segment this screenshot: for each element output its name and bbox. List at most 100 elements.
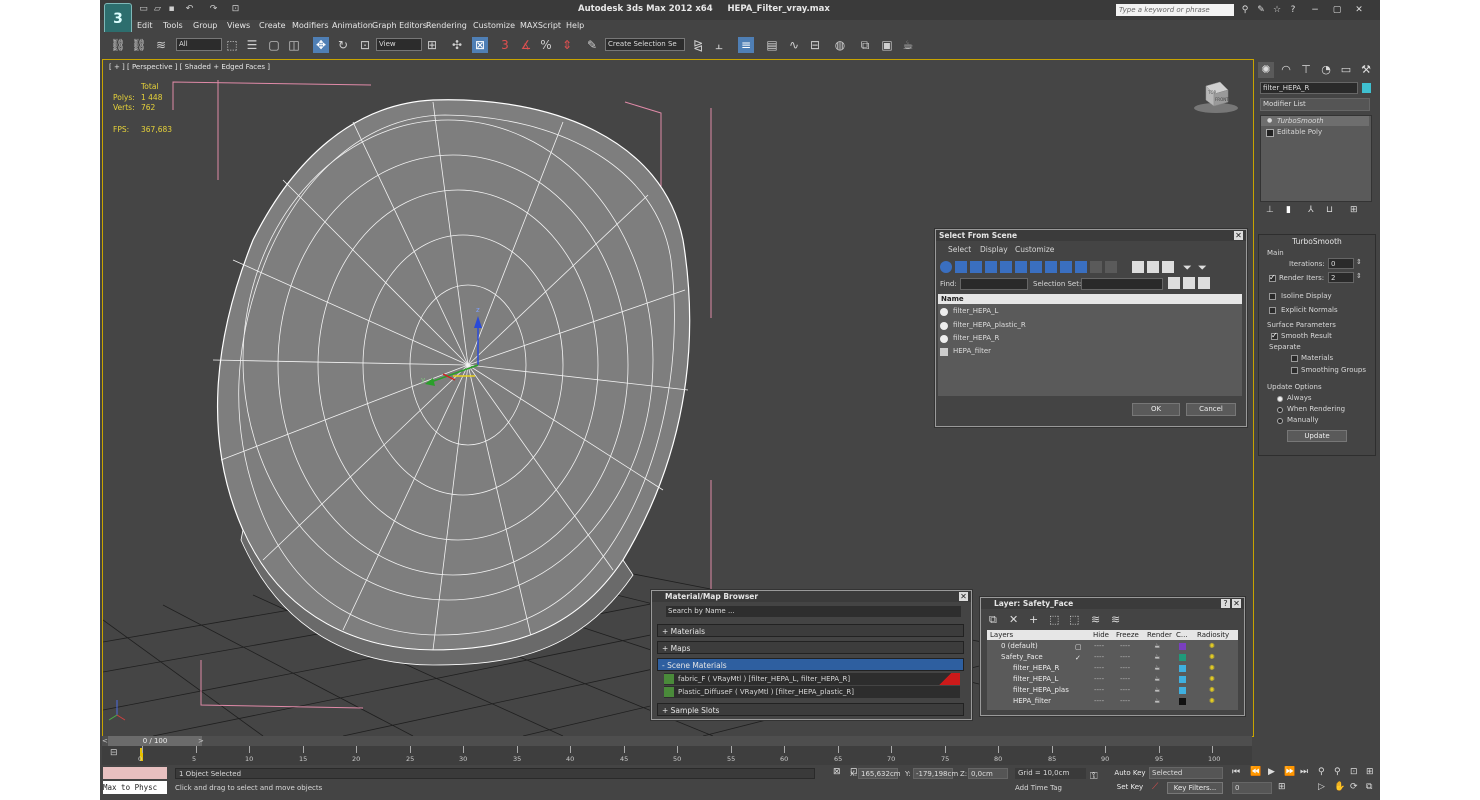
app-logo-button[interactable]: 3 (104, 3, 132, 35)
always-radio[interactable] (1277, 396, 1283, 402)
display-helpers-icon[interactable] (1000, 261, 1012, 273)
menu-tools[interactable]: Tools (163, 21, 183, 30)
next-frame-icon[interactable]: ⏩ (1284, 767, 1295, 777)
layer-manager-icon[interactable]: ≡ (738, 37, 754, 53)
spinner-arrows-icon[interactable]: ⇕ (1356, 258, 1362, 266)
teapot-render-icon[interactable]: ☕ (1154, 686, 1160, 694)
hierarchy-tab-icon[interactable]: ⊤ (1298, 62, 1314, 78)
menu-edit[interactable]: Edit (137, 21, 153, 30)
freeze-cell[interactable]: ---- (1120, 696, 1130, 707)
hide-cell[interactable]: ---- (1094, 685, 1104, 696)
hide-cell[interactable]: ---- (1094, 674, 1104, 685)
list-item[interactable]: Plastic_DiffuseF ( VRayMtl ) [filter_HEP… (664, 686, 960, 698)
layer-color-swatch[interactable] (1179, 665, 1186, 672)
zoom-extents-icon[interactable]: ⊡ (1350, 767, 1358, 777)
radiosity-icon[interactable]: ✺ (1209, 675, 1215, 683)
hide-unhide-all-icon[interactable]: ≋ (1091, 613, 1100, 626)
play-icon[interactable]: ▶ (1268, 767, 1275, 777)
explicit-normals-checkbox[interactable] (1269, 307, 1276, 314)
menu-rendering[interactable]: Rendering (426, 21, 467, 30)
viewport-label[interactable]: [ + ] [ Perspective ] [ Shaded + Edged F… (109, 63, 270, 71)
display-cameras-icon[interactable] (985, 261, 997, 273)
turbosmooth-rollout-title[interactable]: TurboSmooth (1259, 237, 1375, 246)
field-of-view-icon[interactable]: ▷ (1318, 782, 1325, 792)
scene-materials-section[interactable]: - Scene Materials (657, 658, 964, 671)
spinner-snap-icon[interactable]: ⇕ (559, 37, 575, 53)
new-file-icon[interactable]: ▭ (138, 4, 149, 15)
bind-space-warp-icon[interactable]: ≋ (153, 37, 169, 53)
mini-curve-editor-icon[interactable]: ⊟ (110, 748, 118, 758)
y-coordinate-field[interactable]: -179,198cm (913, 768, 958, 779)
render-setup-icon[interactable]: ⧉ (857, 37, 873, 53)
highlight-layer-icon[interactable]: ⬚ (1069, 613, 1079, 626)
percent-snap-icon[interactable]: % (538, 37, 554, 53)
close-icon[interactable]: ✕ (959, 592, 968, 601)
window-crossing-icon[interactable]: ◫ (286, 37, 302, 53)
lightbulb-icon[interactable]: ● (1267, 117, 1272, 124)
when-rendering-radio[interactable] (1277, 407, 1283, 413)
freeze-cell[interactable]: ---- (1120, 652, 1130, 663)
layer-color-swatch[interactable] (1179, 643, 1186, 650)
material-editor-icon[interactable]: ◍ (832, 37, 848, 53)
list-item[interactable]: HEPA_filter (938, 345, 1242, 358)
minimize-icon[interactable]: − (1310, 5, 1320, 15)
display-spacewarps-icon[interactable] (1015, 261, 1027, 273)
table-row[interactable]: Safety_Face ✓ ---- ---- ☕ ✺ (987, 652, 1238, 663)
zoom-extents-all-icon[interactable]: ⊞ (1366, 767, 1374, 777)
pin-stack-icon[interactable]: ⊥ (1266, 205, 1274, 215)
utilities-tab-icon[interactable]: ⚒ (1358, 62, 1374, 78)
sfs-load-set-icon[interactable] (1183, 277, 1195, 289)
x-coordinate-field[interactable]: 165,632cm (858, 768, 901, 779)
teapot-render-icon[interactable]: ☕ (1154, 653, 1160, 661)
sfs-menu-customize[interactable]: Customize (1015, 245, 1054, 254)
sample-slots-section[interactable]: + Sample Slots (657, 703, 964, 716)
select-none-icon[interactable] (1147, 261, 1159, 273)
radiosity-icon[interactable]: ✺ (1209, 697, 1215, 705)
auto-key-button[interactable]: Auto Key (1113, 768, 1147, 779)
time-configuration-icon[interactable]: ⊞ (1278, 782, 1286, 792)
restore-icon[interactable]: ▢ (1332, 5, 1342, 15)
freeze-cell[interactable]: ---- (1120, 674, 1130, 685)
time-slider[interactable]: 0 / 100 < > (102, 736, 1252, 746)
pivot-center-icon[interactable]: ⊞ (424, 37, 440, 53)
redo-icon[interactable]: ↷ (208, 4, 219, 15)
menu-maxscript[interactable]: MAXScript (520, 21, 561, 30)
curve-editor-icon[interactable]: ∿ (786, 37, 802, 53)
current-layer-checkbox[interactable]: ▢ (1075, 643, 1082, 651)
table-row[interactable]: filter_HEPA_R ---- ---- ☕ ✺ (987, 663, 1238, 674)
select-object-icon[interactable]: ⬚ (224, 37, 240, 53)
set-key-button[interactable]: Set Key (1113, 782, 1147, 794)
display-lights-icon[interactable] (970, 261, 982, 273)
table-row[interactable]: filter_HEPA_plas ---- ---- ☕ ✺ (987, 685, 1238, 696)
link-icon[interactable]: ⛓ (110, 37, 126, 53)
close-icon[interactable]: ✕ (1234, 231, 1243, 240)
display-groups-icon[interactable] (1030, 261, 1042, 273)
hepa-filter-mesh[interactable] (212, 99, 691, 666)
close-icon[interactable]: ✕ (1354, 5, 1364, 15)
display-xrefs-icon[interactable] (1045, 261, 1057, 273)
motion-tab-icon[interactable]: ◔ (1318, 62, 1334, 78)
menu-animation[interactable]: Animation (332, 21, 373, 30)
help-search-input[interactable]: Type a keyword or phrase (1116, 4, 1234, 16)
radiosity-icon[interactable]: ✺ (1209, 686, 1215, 694)
make-unique-icon[interactable]: ⅄ (1308, 205, 1314, 215)
sfs-save-set-icon[interactable] (1168, 277, 1180, 289)
menu-graph-editors[interactable]: Graph Editors (372, 21, 427, 30)
update-button[interactable]: Update (1287, 430, 1347, 442)
remove-modifier-icon[interactable]: ⊔ (1326, 205, 1333, 215)
materials-section[interactable]: + Materials (657, 624, 964, 637)
pan-view-icon[interactable]: ✋ (1334, 782, 1345, 792)
show-end-result-icon[interactable]: ▮ (1286, 205, 1291, 215)
maps-section[interactable]: + Maps (657, 641, 964, 654)
schematic-view-icon[interactable]: ⊟ (807, 37, 823, 53)
sfs-name-column-header[interactable]: Name (938, 294, 1242, 304)
select-and-scale-icon[interactable]: ⊡ (357, 37, 373, 53)
z-coordinate-field[interactable]: 0,0cm (968, 768, 1008, 779)
list-item[interactable]: fabric_F ( VRayMtl ) [filter_HEPA_L, fil… (664, 673, 960, 685)
close-icon[interactable]: ✕ (1232, 599, 1241, 608)
maxscript-listener-input[interactable] (103, 767, 167, 779)
cancel-button[interactable]: Cancel (1186, 403, 1236, 416)
hide-cell[interactable]: ---- (1094, 696, 1104, 707)
select-and-rotate-icon[interactable]: ↻ (335, 37, 351, 53)
keyboard-shortcut-override-icon[interactable]: ⊠ (472, 37, 488, 53)
